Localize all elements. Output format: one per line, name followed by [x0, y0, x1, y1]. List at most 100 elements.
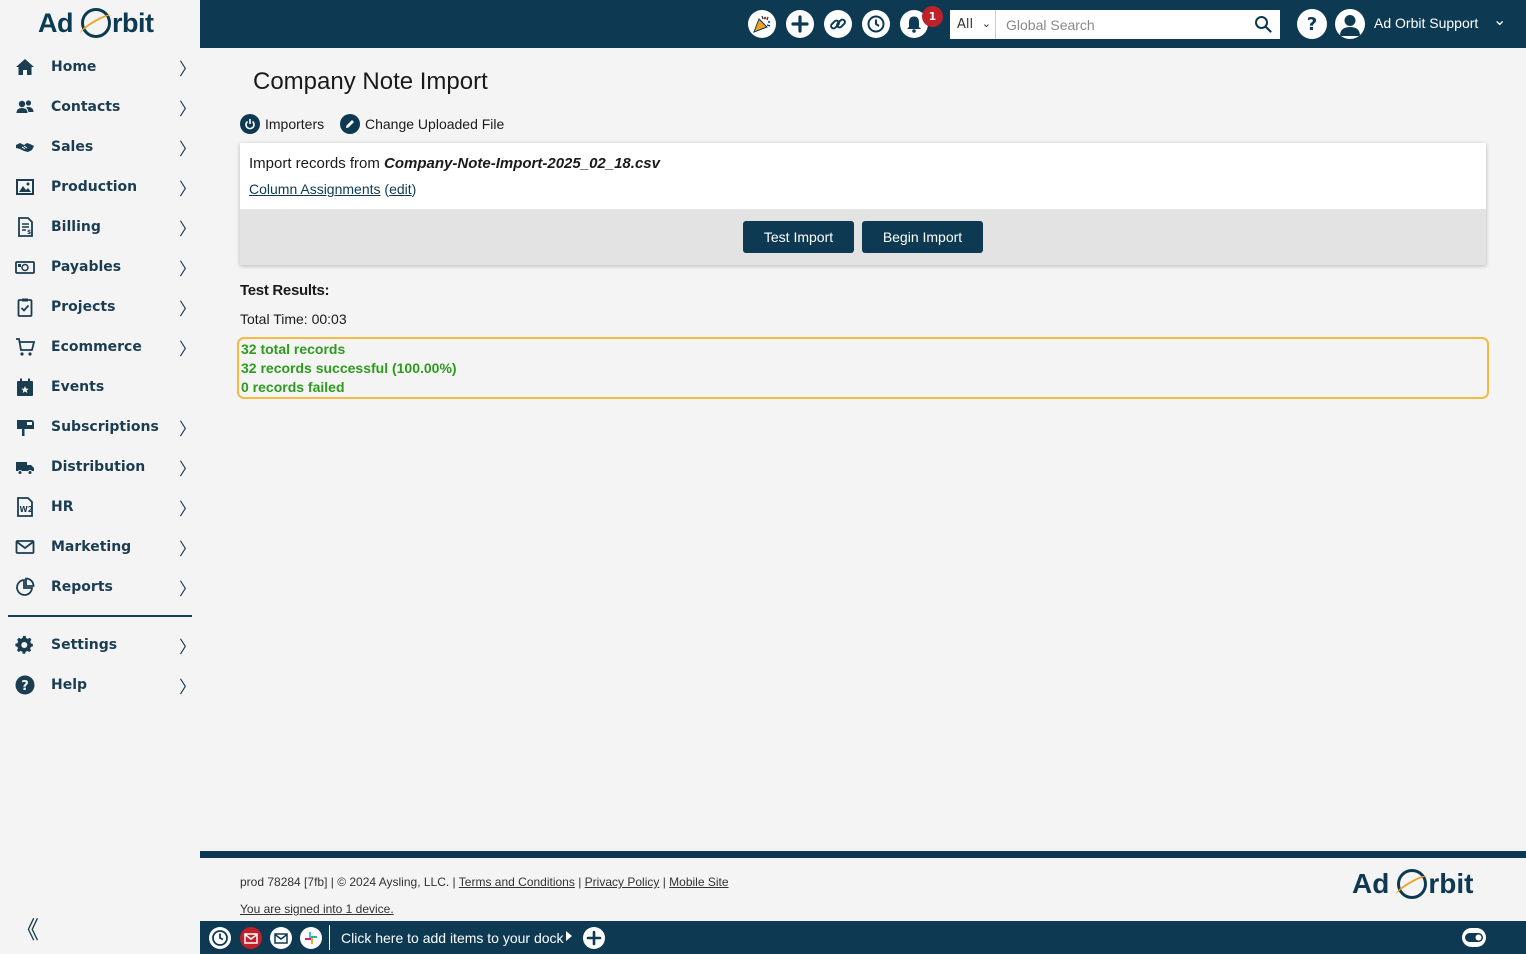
message-icon[interactable] — [270, 927, 292, 949]
orbit-logo-icon — [1397, 869, 1428, 899]
test-import-button[interactable]: Test Import — [743, 221, 854, 253]
truck-icon — [15, 457, 35, 477]
sidebar-item-billing[interactable]: $ Billing 〉 — [0, 207, 200, 247]
import-card-title: Import records from Company-Note-Import-… — [249, 155, 660, 172]
sidebar-item-label: Payables — [51, 259, 122, 275]
pencil-icon — [340, 114, 360, 134]
terms-link[interactable]: Terms and Conditions — [459, 875, 575, 889]
sidebar-item-sales[interactable]: Sales 〉 — [0, 127, 200, 167]
sidebar-item-distribution[interactable]: Distribution 〉 — [0, 447, 200, 487]
envelope-icon — [15, 537, 35, 557]
contacts-icon — [15, 97, 35, 117]
email-alert-icon[interactable] — [240, 927, 262, 949]
footer-logo: Ad rbit — [1352, 868, 1473, 900]
svg-text:W2: W2 — [20, 505, 34, 514]
user-menu-name[interactable]: Ad Orbit Support — [1374, 15, 1478, 31]
handshake-icon — [15, 137, 35, 157]
sidebar-item-marketing[interactable]: Marketing 〉 — [0, 527, 200, 567]
calendar-icon — [15, 377, 35, 397]
successful-records-text: 32 records successful (100.00%) — [241, 360, 457, 376]
svg-text:?: ? — [21, 679, 29, 694]
add-to-dock-link[interactable]: Click here to add items to your dock — [341, 930, 564, 946]
search-icon[interactable] — [1252, 13, 1274, 35]
orbit-logo-icon — [81, 8, 111, 38]
sidebar-item-hr[interactable]: W2 HR 〉 — [0, 487, 200, 527]
privacy-policy-link[interactable]: Privacy Policy — [585, 875, 660, 889]
chevron-right-icon: 〉 — [179, 499, 196, 520]
sidebar-item-label: Production — [51, 179, 138, 195]
collapse-sidebar-button[interactable]: 《 — [15, 910, 39, 945]
power-icon — [240, 114, 260, 134]
change-uploaded-file-link[interactable]: Change Uploaded File — [340, 114, 504, 134]
sidebar-item-production[interactable]: Production 〉 — [0, 167, 200, 207]
import-card: Import records from Company-Note-Import-… — [240, 143, 1486, 265]
logo-text-ad: Ad — [38, 7, 74, 38]
clipboard-icon — [15, 297, 35, 317]
chevron-right-icon: 〉 — [179, 339, 196, 360]
gear-icon — [15, 635, 35, 655]
sidebar-item-label: Settings — [51, 637, 118, 653]
sidebar-item-ecommerce[interactable]: Ecommerce 〉 — [0, 327, 200, 367]
caret-right-icon — [566, 931, 572, 941]
sidebar-nav-secondary: Settings 〉 ? Help 〉 — [0, 625, 200, 705]
chevron-right-icon: 〉 — [179, 59, 196, 80]
sidebar-item-home[interactable]: Home 〉 — [0, 47, 200, 87]
user-avatar-icon[interactable] — [1335, 9, 1365, 39]
toggle-switch-icon[interactable] — [1462, 928, 1486, 947]
sidebar-item-payables[interactable]: Payables 〉 — [0, 247, 200, 287]
edit-column-assignments-link[interactable]: edit — [389, 181, 412, 197]
invoice-icon: $ — [15, 217, 35, 237]
importers-link[interactable]: Importers — [240, 114, 324, 134]
chevron-right-icon: 〉 — [179, 419, 196, 440]
cart-icon — [15, 337, 35, 357]
dock-separator — [329, 925, 330, 950]
chevron-right-icon: 〉 — [179, 259, 196, 280]
celebration-icon[interactable] — [748, 10, 776, 38]
help-button[interactable]: ? — [1297, 9, 1327, 39]
chevron-down-icon: ⌄ — [981, 17, 991, 30]
sidebar-item-reports[interactable]: Reports 〉 — [0, 567, 200, 607]
clock-icon[interactable] — [209, 927, 231, 949]
mobile-site-link[interactable]: Mobile Site — [669, 875, 728, 889]
chevron-right-icon: 〉 — [179, 637, 196, 658]
total-time-text: Total Time: 00:03 — [240, 311, 347, 327]
svg-text:$: $ — [27, 229, 31, 236]
sidebar-item-projects[interactable]: Projects 〉 — [0, 287, 200, 327]
sidebar-item-events[interactable]: Events — [0, 367, 200, 407]
importers-link-label: Importers — [265, 116, 325, 132]
sidebar-item-label: Reports — [51, 579, 113, 595]
sidebar-item-contacts[interactable]: Contacts 〉 — [0, 87, 200, 127]
pie-chart-icon — [15, 577, 35, 597]
build-info: prod 78284 [7fb] | © 2024 Aysling, LLC. … — [240, 875, 456, 889]
import-actions-bar: Test Import Begin Import — [240, 209, 1486, 265]
search-scope-select[interactable]: All ⌄ — [950, 10, 996, 39]
app-logo[interactable]: Ad rbit — [38, 6, 154, 40]
sidebar-item-label: Help — [51, 677, 88, 693]
sidebar-item-label: Billing — [51, 219, 101, 235]
chevron-down-icon[interactable]: ⌄ — [1493, 10, 1506, 29]
signed-in-devices-link[interactable]: You are signed into 1 device. — [240, 902, 394, 916]
search-scope-value: All — [957, 17, 974, 32]
add-icon[interactable] — [786, 10, 814, 38]
sidebar-item-subscriptions[interactable]: Subscriptions 〉 — [0, 407, 200, 447]
global-search-input[interactable] — [996, 10, 1280, 39]
sidebar-item-help[interactable]: ? Help 〉 — [0, 665, 200, 705]
page-title: Company Note Import — [253, 68, 488, 95]
footer-separator: | — [578, 875, 582, 889]
chevron-right-icon: 〉 — [179, 99, 196, 120]
total-records-text: 32 total records — [241, 341, 346, 357]
main-content: Company Note Import Importers Change Upl… — [200, 48, 1526, 851]
sidebar-item-label: Subscriptions — [51, 419, 159, 435]
history-icon[interactable] — [862, 10, 890, 38]
column-assignments-row: Column Assignments (edit) — [249, 181, 417, 197]
link-icon[interactable] — [824, 10, 852, 38]
add-dock-item-icon[interactable] — [583, 927, 605, 949]
begin-import-button[interactable]: Begin Import — [862, 221, 983, 253]
slack-icon[interactable] — [300, 927, 322, 949]
chevron-right-icon: 〉 — [179, 139, 196, 160]
column-assignments-link[interactable]: Column Assignments — [249, 181, 381, 197]
sidebar-item-settings[interactable]: Settings 〉 — [0, 625, 200, 665]
image-icon — [15, 177, 35, 197]
chevron-right-icon: 〉 — [179, 459, 196, 480]
sidebar-item-label: Distribution — [51, 459, 146, 475]
